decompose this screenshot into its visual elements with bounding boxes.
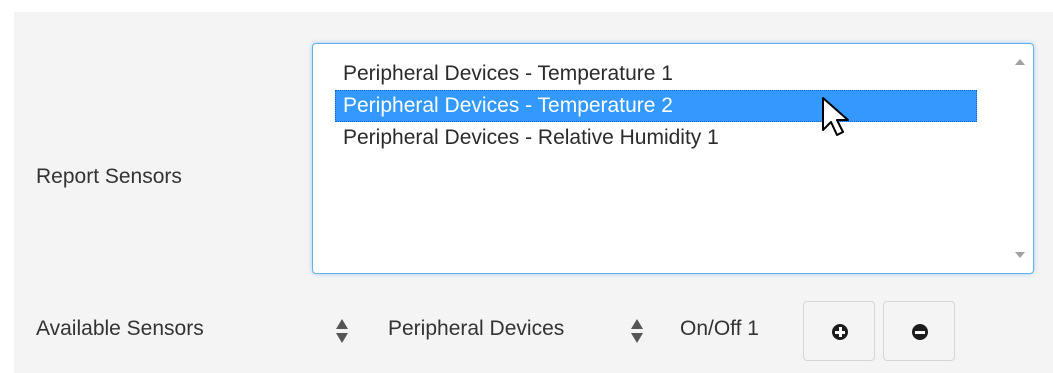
- report-sensors-label: Report Sensors: [36, 165, 182, 188]
- report-sensors-listbox[interactable]: Peripheral Devices - Temperature 1 Perip…: [312, 43, 1034, 274]
- report-sensors-list: Peripheral Devices - Temperature 1 Perip…: [335, 58, 977, 154]
- plus-circle-icon: [832, 324, 848, 340]
- listbox-scrollbar[interactable]: [1008, 45, 1032, 272]
- list-item[interactable]: Peripheral Devices - Temperature 1: [335, 58, 977, 90]
- remove-sensor-button[interactable]: [883, 301, 955, 361]
- sensor-select-sort-icon[interactable]: [631, 316, 643, 346]
- add-sensor-button[interactable]: [803, 301, 875, 361]
- minus-circle-icon: [912, 324, 928, 340]
- list-item[interactable]: Peripheral Devices - Temperature 2: [335, 90, 977, 122]
- mouse-pointer-icon: [822, 97, 849, 136]
- available-sensors-label: Available Sensors: [36, 317, 204, 340]
- device-type-select-sort-icon[interactable]: [336, 316, 348, 346]
- list-item[interactable]: Peripheral Devices - Relative Humidity 1: [335, 122, 977, 154]
- scroll-down-arrow-icon[interactable]: [1015, 252, 1025, 258]
- sensor-select[interactable]: On/Off 1: [680, 317, 759, 341]
- scroll-up-arrow-icon[interactable]: [1015, 59, 1025, 65]
- device-type-select[interactable]: Peripheral Devices: [388, 317, 564, 341]
